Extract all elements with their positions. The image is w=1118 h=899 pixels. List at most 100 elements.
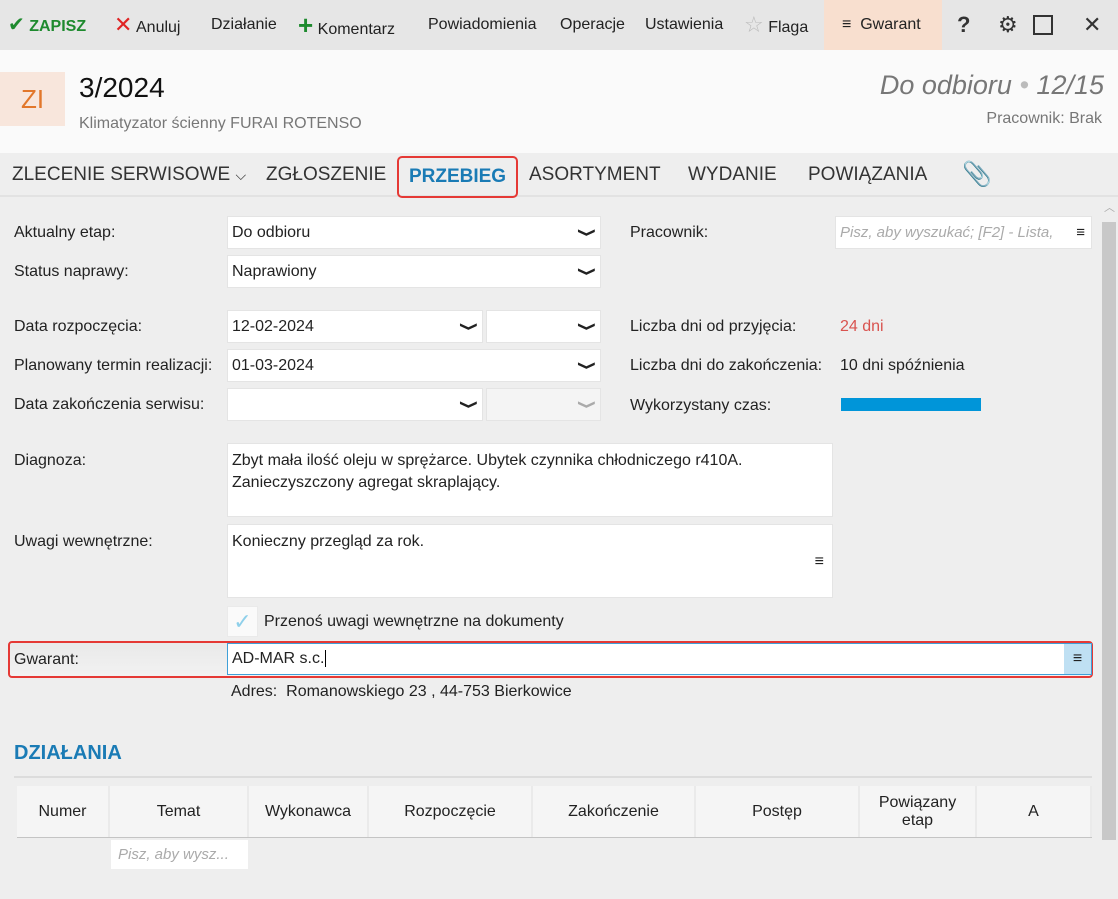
transfer-notes-checkbox[interactable]: ✓ (227, 606, 258, 637)
tab-service-order[interactable]: ZLECENIE SERWISOWE ⌵ (12, 153, 246, 197)
chevron-down-icon: ⌵ (235, 167, 247, 183)
guarantor-input[interactable]: AD-MAR s.c. ≡ (227, 643, 1092, 675)
section-divider (14, 776, 1092, 778)
gear-icon[interactable]: ⚙ (998, 0, 1018, 50)
plus-icon: + (298, 10, 314, 40)
column-header[interactable]: Rozpoczęcie (369, 786, 533, 837)
tab-bar: ZLECENIE SERWISOWE ⌵ ZGŁOSZENIE PRZEBIEG… (0, 153, 1118, 198)
end-date-label: Data zakończenia serwisu: (14, 396, 205, 413)
document-number: 3/2024 (79, 72, 165, 103)
stage-label: Aktualny etap: (14, 224, 116, 241)
menu-icon[interactable]: ≡ (815, 551, 824, 573)
menu-icon: ≡ (1072, 650, 1083, 667)
gwarant-button[interactable]: ≡ Gwarant (824, 0, 942, 50)
planned-date-label: Planowany termin realizacji: (14, 357, 213, 374)
start-date-value: 12-02-2024 (232, 318, 314, 335)
close-window-icon[interactable]: ✕ (1083, 0, 1101, 50)
notes-label: Uwagi wewnętrzne: (14, 533, 153, 550)
help-button[interactable]: ? (957, 0, 970, 50)
stage-progress: 12/15 (1036, 70, 1104, 100)
toolbar: ✔ ZAPISZ ✕ Anuluj Działanie + Komentarz … (0, 0, 1118, 50)
days-to-end-label: Liczba dni do zakończenia: (630, 357, 823, 374)
tab-label: ZLECENIE SERWISOWE (12, 164, 231, 185)
scroll-up-icon[interactable]: ︿ (1104, 199, 1115, 215)
cancel-button[interactable]: ✕ Anuluj (114, 0, 180, 50)
chevron-down-icon: ❯ (577, 227, 598, 238)
document-header: ZI 3/2024 Klimatyzator ścienny FURAI ROT… (0, 50, 1118, 153)
guarantor-address: Adres: Romanowskiego 23 , 44-753 Bierkow… (231, 683, 572, 701)
flag-label: Flaga (768, 19, 809, 36)
chevron-down-icon: ❯ (459, 321, 480, 332)
topic-filter-input[interactable]: Pisz, aby wysz... (111, 840, 248, 869)
tab-assortment[interactable]: ASORTYMENT (529, 153, 661, 197)
document-subtitle: Klimatyzator ścienny FURAI ROTENSO (79, 115, 362, 132)
planned-date-value: 01-03-2024 (232, 357, 314, 374)
gwarant-label: Gwarant (860, 16, 921, 33)
save-button[interactable]: ✔ ZAPISZ (8, 0, 86, 50)
tab-progress[interactable]: PRZEBIEG (397, 156, 518, 198)
document-type-badge: ZI (0, 72, 65, 126)
column-header[interactable]: Temat (110, 786, 249, 837)
notes-textarea[interactable]: Konieczny przegląd za rok. ≡ (227, 524, 833, 598)
start-date-picker[interactable]: 12-02-2024 ❯ (227, 310, 483, 343)
action-button[interactable]: Działanie (211, 0, 277, 50)
address-label: Adres: (231, 683, 278, 700)
repair-status-value: Naprawiony (232, 263, 317, 280)
end-time-select: ❯ (486, 388, 601, 421)
column-header[interactable]: Powiązany etap (860, 786, 977, 837)
end-date-picker[interactable]: ❯ (227, 388, 483, 421)
column-header[interactable]: A (977, 786, 1092, 837)
column-header[interactable]: Wykonawca (249, 786, 369, 837)
tab-report[interactable]: ZGŁOSZENIE (266, 153, 386, 197)
separator: • (1019, 70, 1029, 100)
status-summary: Do odbioru • 12/15 (880, 70, 1104, 101)
start-time-select[interactable]: ❯ (486, 310, 601, 343)
scrollbar-thumb[interactable] (1102, 222, 1116, 840)
repair-status-label: Status naprawy: (14, 263, 129, 280)
days-to-end-value: 10 dni spóźnienia (840, 357, 965, 374)
column-header[interactable]: Zakończenie (533, 786, 696, 837)
paperclip-icon[interactable]: 📎 (962, 153, 992, 197)
column-header[interactable]: Postęp (696, 786, 860, 837)
tab-issue[interactable]: WYDANIE (688, 153, 777, 197)
flag-button[interactable]: ☆ Flaga (744, 0, 808, 50)
time-used-bar (841, 398, 981, 411)
employee-search-input[interactable]: Pisz, aby wyszukać; [F2] - Lista, ≡ (835, 216, 1092, 249)
chevron-down-icon: ❯ (459, 399, 480, 410)
maximize-icon[interactable] (1033, 15, 1053, 35)
chevron-down-icon: ❯ (577, 321, 598, 332)
planned-date-picker[interactable]: 01-03-2024 ❯ (227, 349, 601, 382)
notes-value: Konieczny przegląd za rok. (232, 533, 425, 550)
status-text: Do odbioru (879, 70, 1012, 100)
employee-label: Pracownik: (630, 224, 709, 241)
diagnosis-label: Diagnoza: (14, 452, 87, 469)
menu-icon: ≡ (842, 16, 852, 33)
column-header[interactable]: Numer (17, 786, 110, 837)
operations-button[interactable]: Operacje (560, 0, 625, 50)
stage-value: Do odbioru (232, 224, 311, 241)
guarantor-value: AD-MAR s.c. (232, 650, 325, 667)
cancel-label: Anuluj (136, 19, 181, 36)
chevron-down-icon: ❯ (577, 399, 598, 410)
days-since-label: Liczba dni od przyjęcia: (630, 318, 797, 335)
stage-select[interactable]: Do odbioru ❯ (227, 216, 601, 249)
comment-button[interactable]: + Komentarz (298, 0, 395, 50)
address-value: Romanowskiego 23 , 44-753 Bierkowice (286, 683, 572, 700)
chevron-down-icon: ❯ (577, 360, 598, 371)
guarantor-label: Gwarant: (14, 651, 79, 668)
menu-icon[interactable]: ≡ (1072, 217, 1085, 248)
text-cursor (325, 650, 327, 667)
diagnosis-textarea[interactable]: Zbyt mała ilość oleju w sprężarce. Ubyte… (227, 443, 833, 517)
transfer-notes-label: Przenoś uwagi wewnętrzne na dokumenty (264, 613, 564, 630)
close-icon: ✕ (114, 12, 133, 37)
guarantor-menu-button[interactable]: ≡ (1064, 644, 1091, 674)
settings-menu-button[interactable]: Ustawienia (645, 0, 723, 50)
days-since-value: 24 dni (840, 318, 884, 335)
notifications-button[interactable]: Powiadomienia (428, 0, 537, 50)
save-label: ZAPISZ (29, 18, 87, 35)
tab-relations[interactable]: POWIĄZANIA (808, 153, 927, 197)
scrollbar[interactable]: ︿ (1100, 197, 1118, 899)
time-used-bar-fill (841, 398, 981, 411)
check-icon: ✔ (8, 14, 25, 36)
repair-status-select[interactable]: Naprawiony ❯ (227, 255, 601, 288)
